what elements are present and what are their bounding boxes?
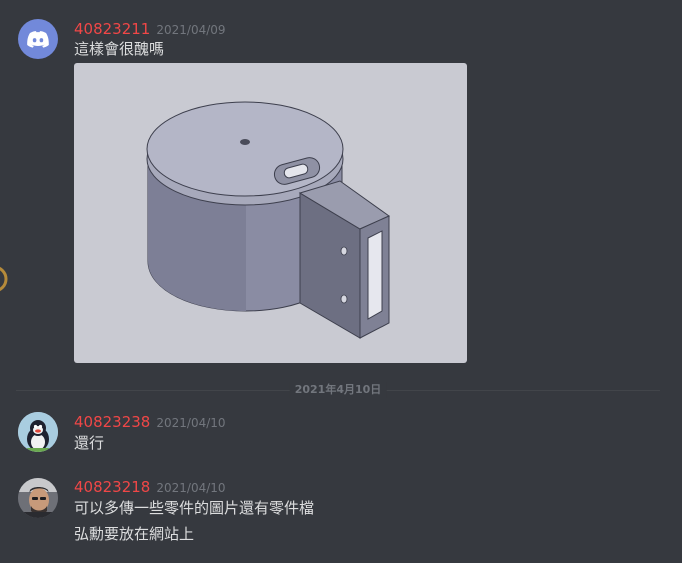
person-avatar-icon [18, 478, 58, 518]
author-name[interactable]: 40823211 [74, 20, 150, 38]
image-attachment[interactable] [74, 63, 467, 363]
message-text-line-1: 可以多傳一些零件的圖片還有零件檔 [74, 499, 315, 517]
message-text: 這樣會很醜嗎 [74, 40, 165, 58]
chat-area: 40823211 2021/04/09 這樣會很醜嗎 2021年4月10日 40… [0, 0, 682, 563]
message-text: 還行 [74, 434, 105, 452]
username[interactable]: 40823211 2021/04/09 [74, 20, 226, 39]
avatar[interactable] [18, 19, 58, 59]
avatar[interactable] [18, 478, 58, 518]
discord-logo-icon [27, 31, 49, 48]
author-name[interactable]: 40823218 [74, 478, 150, 496]
penguin-avatar-icon [18, 412, 58, 452]
message-timestamp: 2021/04/10 [156, 481, 226, 495]
server-ring-icon[interactable] [0, 262, 8, 296]
message-timestamp: 2021/04/10 [156, 416, 226, 430]
message-timestamp: 2021/04/09 [156, 23, 226, 37]
date-divider: 2021年4月10日 [16, 382, 660, 398]
username[interactable]: 40823218 2021/04/10 [74, 478, 226, 497]
cad-part-image [146, 101, 390, 339]
avatar[interactable] [18, 412, 58, 452]
message-text-line-2: 弘勳要放在網站上 [74, 525, 195, 543]
date-divider-label: 2021年4月10日 [289, 382, 387, 398]
username[interactable]: 40823238 2021/04/10 [74, 413, 226, 432]
author-name[interactable]: 40823238 [74, 413, 150, 431]
